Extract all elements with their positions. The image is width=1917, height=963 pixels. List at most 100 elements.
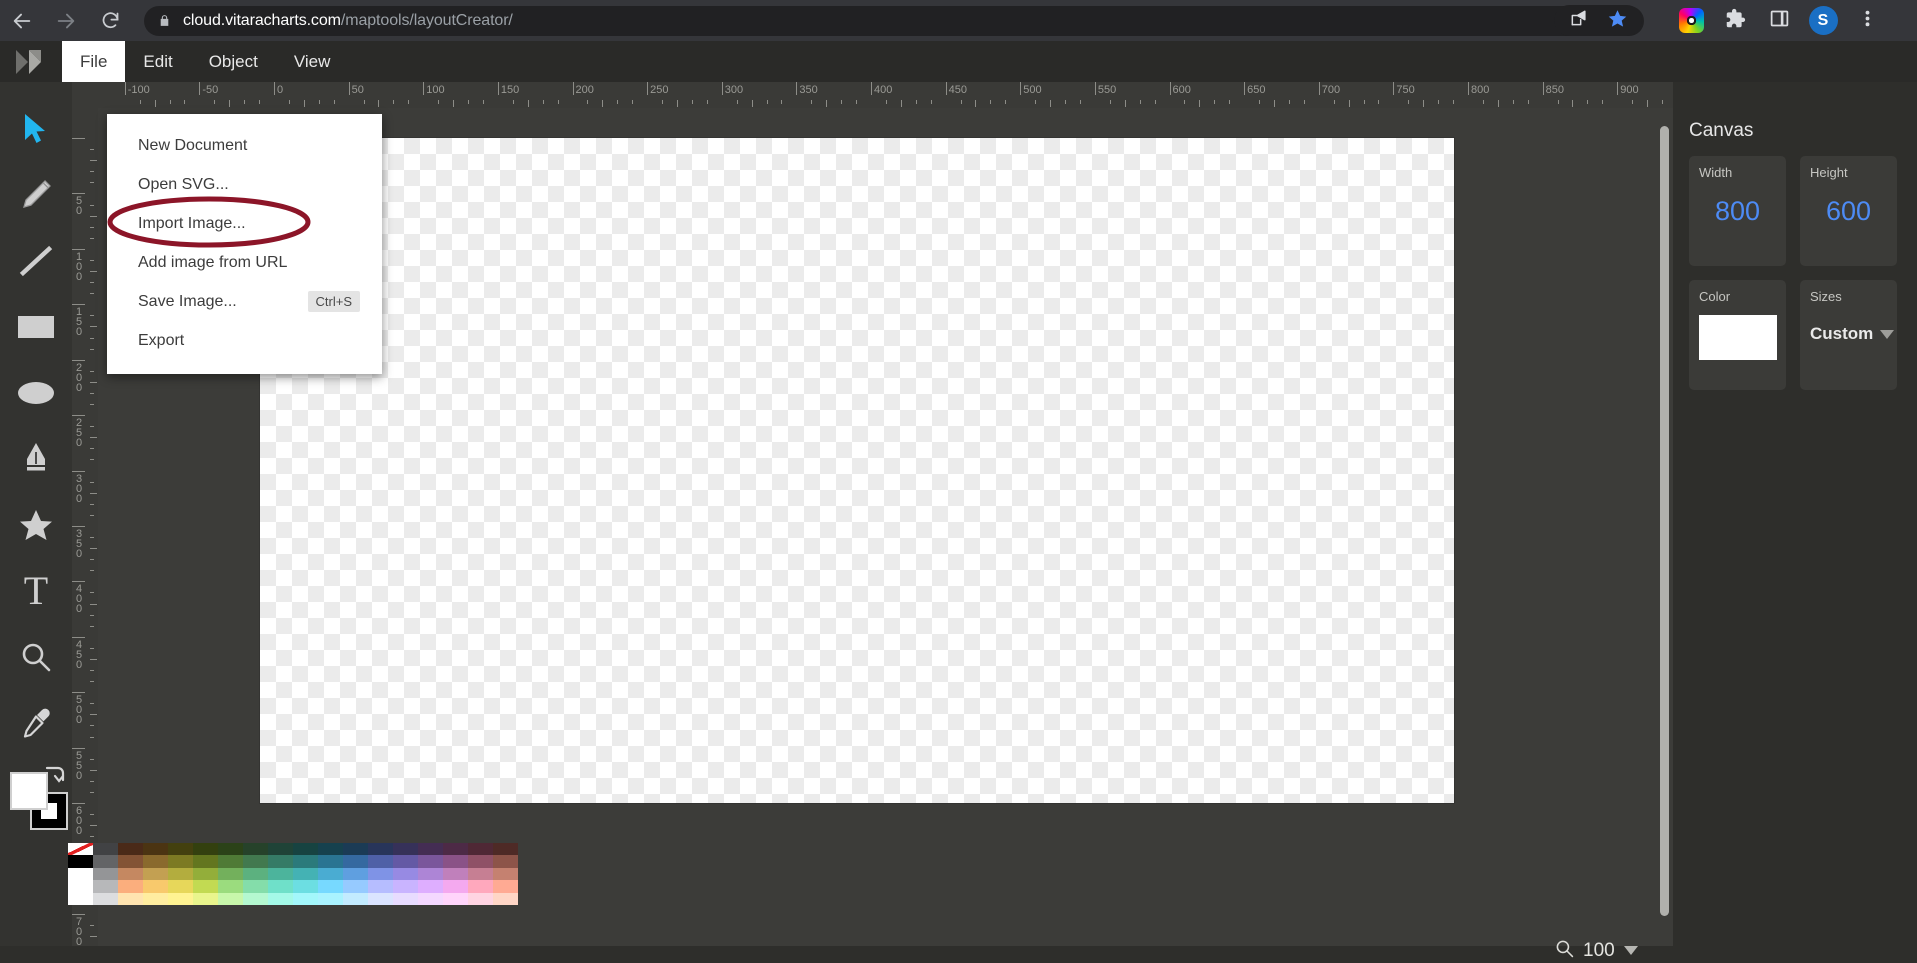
palette-swatch[interactable] — [293, 843, 318, 856]
select-tool[interactable] — [4, 96, 68, 162]
palette-swatch[interactable] — [118, 843, 143, 856]
canvas-width-field[interactable]: Width 800 — [1689, 156, 1786, 266]
profile-button[interactable]: S — [1804, 5, 1842, 36]
color-palette[interactable] — [68, 843, 698, 905]
palette-swatch[interactable] — [243, 867, 268, 881]
no-color-swatch[interactable] — [68, 843, 93, 856]
palette-swatch[interactable] — [318, 867, 343, 881]
vertical-scrollbar[interactable] — [1660, 126, 1669, 916]
palette-swatch[interactable] — [243, 843, 268, 856]
palette-swatch[interactable] — [443, 892, 468, 905]
zoom-tool[interactable] — [4, 624, 68, 690]
palette-swatch[interactable] — [393, 892, 418, 905]
palette-swatch[interactable] — [418, 855, 443, 868]
palette-swatch[interactable] — [118, 855, 143, 868]
palette-swatch[interactable] — [468, 843, 493, 856]
file-dropdown-menu[interactable]: New Document Open SVG... Import Image...… — [107, 114, 382, 374]
pen-tool[interactable] — [4, 426, 68, 492]
palette-swatch[interactable] — [293, 892, 318, 905]
palette-swatch[interactable] — [143, 867, 168, 881]
palette-swatch[interactable] — [143, 892, 168, 905]
palette-swatch[interactable] — [143, 855, 168, 868]
palette-swatch[interactable] — [68, 855, 93, 868]
palette-swatch[interactable] — [393, 867, 418, 881]
menu-item-add-image-from-url[interactable]: Add image from URL — [107, 243, 382, 282]
palette-swatch[interactable] — [168, 892, 193, 905]
palette-swatch[interactable] — [493, 867, 518, 881]
palette-swatch[interactable] — [168, 843, 193, 856]
zoom-control[interactable]: 100 — [1555, 939, 1638, 963]
reload-button[interactable] — [88, 0, 132, 41]
palette-swatch[interactable] — [118, 867, 143, 881]
palette-swatch[interactable] — [243, 855, 268, 868]
eyedropper-tool[interactable] — [4, 690, 68, 756]
palette-swatch[interactable] — [318, 880, 343, 893]
canvas-sizes-select[interactable]: Custom — [1810, 324, 1895, 344]
palette-swatch[interactable] — [193, 855, 218, 868]
palette-swatch[interactable] — [443, 880, 468, 893]
palette-swatch[interactable] — [68, 880, 93, 893]
palette-swatch[interactable] — [318, 855, 343, 868]
palette-swatch[interactable] — [393, 855, 418, 868]
palette-swatch[interactable] — [268, 843, 293, 856]
palette-swatch[interactable] — [193, 867, 218, 881]
palette-swatch[interactable] — [368, 880, 393, 893]
palette-swatch[interactable] — [193, 880, 218, 893]
palette-swatch[interactable] — [393, 880, 418, 893]
palette-swatch[interactable] — [118, 892, 143, 905]
palette-swatch[interactable] — [168, 855, 193, 868]
rectangle-tool[interactable] — [4, 294, 68, 360]
menu-file[interactable]: File — [62, 41, 126, 82]
palette-swatch[interactable] — [493, 880, 518, 893]
menu-item-export[interactable]: Export — [107, 321, 382, 360]
palette-swatch[interactable] — [218, 867, 243, 881]
back-button[interactable] — [0, 0, 44, 41]
forward-button[interactable] — [44, 0, 88, 41]
palette-swatch[interactable] — [93, 867, 118, 881]
palette-swatch[interactable] — [368, 892, 393, 905]
palette-swatch[interactable] — [218, 892, 243, 905]
menu-item-import-image[interactable]: Import Image... — [107, 204, 382, 243]
palette-swatch[interactable] — [218, 843, 243, 856]
palette-swatch[interactable] — [418, 892, 443, 905]
line-tool[interactable] — [4, 228, 68, 294]
palette-swatch[interactable] — [268, 855, 293, 868]
canvas-height-field[interactable]: Height 600 — [1800, 156, 1897, 266]
menu-view[interactable]: View — [276, 41, 349, 82]
side-panel-button[interactable] — [1760, 5, 1798, 36]
palette-swatch[interactable] — [93, 843, 118, 856]
menu-item-save-image[interactable]: Save Image... Ctrl+S — [107, 282, 382, 321]
text-tool[interactable]: T — [4, 558, 68, 624]
palette-swatch[interactable] — [443, 855, 468, 868]
palette-swatch[interactable] — [343, 843, 368, 856]
palette-swatch[interactable] — [418, 843, 443, 856]
palette-swatch[interactable] — [368, 855, 393, 868]
palette-swatch[interactable] — [193, 892, 218, 905]
camera-extension-button[interactable] — [1672, 5, 1710, 36]
extensions-button[interactable] — [1716, 5, 1754, 36]
palette-swatch[interactable] — [293, 855, 318, 868]
palette-swatch[interactable] — [493, 855, 518, 868]
palette-swatch[interactable] — [218, 880, 243, 893]
palette-swatch[interactable] — [93, 880, 118, 893]
palette-swatch[interactable] — [93, 892, 118, 905]
palette-swatch[interactable] — [68, 867, 93, 881]
palette-swatch[interactable] — [168, 880, 193, 893]
palette-swatch[interactable] — [343, 892, 368, 905]
palette-swatch[interactable] — [318, 843, 343, 856]
palette-swatch[interactable] — [68, 892, 93, 905]
pencil-tool[interactable] — [4, 162, 68, 228]
palette-swatch[interactable] — [443, 843, 468, 856]
ellipse-tool[interactable] — [4, 360, 68, 426]
palette-swatch[interactable] — [468, 855, 493, 868]
palette-swatch[interactable] — [293, 880, 318, 893]
palette-swatch[interactable] — [243, 892, 268, 905]
palette-swatch[interactable] — [218, 855, 243, 868]
menu-edit[interactable]: Edit — [125, 41, 190, 82]
palette-swatch[interactable] — [193, 843, 218, 856]
palette-swatch[interactable] — [468, 892, 493, 905]
canvas-artboard[interactable] — [260, 138, 1454, 803]
address-bar[interactable]: cloud.vitaracharts.com/maptools/layoutCr… — [144, 5, 1644, 36]
bookmark-button[interactable] — [1598, 5, 1636, 36]
palette-swatch[interactable] — [268, 867, 293, 881]
